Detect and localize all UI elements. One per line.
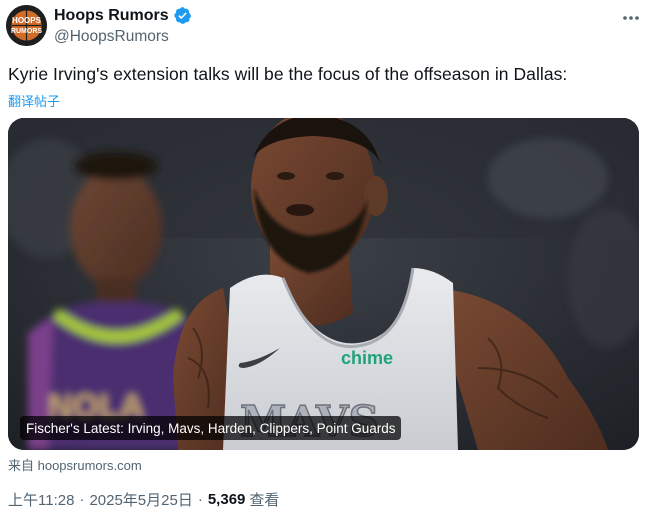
card-source-link[interactable]: 来自 hoopsrumors.com [8, 455, 142, 474]
tweet-time[interactable]: 上午11:28 [8, 489, 74, 510]
author-handle[interactable]: @HoopsRumors [54, 28, 169, 46]
verified-badge-icon [174, 7, 191, 24]
translate-post-link[interactable]: 翻译帖子 [8, 91, 60, 110]
hoops-rumors-logo: HOOPS RUMORS [6, 5, 47, 46]
avatar-text-top: HOOPS [12, 16, 42, 25]
jersey-brand-text: chime [341, 348, 393, 368]
avatar-text-bottom: RUMORS [11, 28, 42, 35]
more-options-button[interactable] [618, 8, 644, 28]
tweet-text: Kyrie Irving's extension talks will be t… [8, 64, 568, 84]
card-caption: Fischer's Latest: Irving, Mavs, Harden, … [20, 416, 402, 440]
views-label: 查看 [249, 492, 280, 509]
link-card[interactable]: NOLA chime MAVS [8, 118, 639, 450]
author-display-name[interactable]: Hoops Rumors [54, 7, 169, 25]
author-avatar[interactable]: HOOPS RUMORS [6, 5, 47, 46]
tweet-meta: 上午11:28 · 2025年5月25日 · 5,369 查看 [8, 489, 279, 510]
article-photo: NOLA chime MAVS [8, 118, 639, 450]
tweet-date[interactable]: 2025年5月25日 [89, 489, 192, 510]
more-options-icon [623, 16, 639, 20]
meta-separator: · [79, 491, 85, 508]
meta-separator: · [197, 491, 203, 508]
views-count: 5,369 [207, 491, 246, 508]
author-name-row: Hoops Rumors [54, 6, 192, 25]
